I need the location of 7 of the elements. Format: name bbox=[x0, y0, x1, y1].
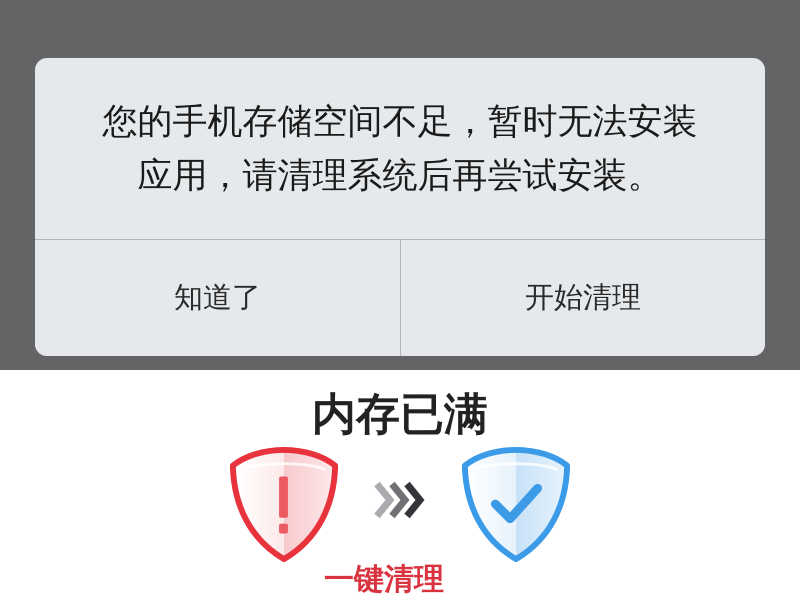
check-shield-icon bbox=[460, 445, 572, 563]
one-click-clean-text: 一键清理 bbox=[324, 563, 444, 597]
banner-title: 内存已满 bbox=[312, 390, 488, 440]
dialog-button[interactable]: 开始清理 bbox=[400, 240, 765, 356]
chevrons-icon bbox=[374, 481, 426, 519]
warning-shield-icon bbox=[228, 445, 340, 563]
dialog-message: 您的手机存储空间不足，暂时无法安装应用，请清理系统后再尝试安装。 bbox=[101, 100, 698, 198]
